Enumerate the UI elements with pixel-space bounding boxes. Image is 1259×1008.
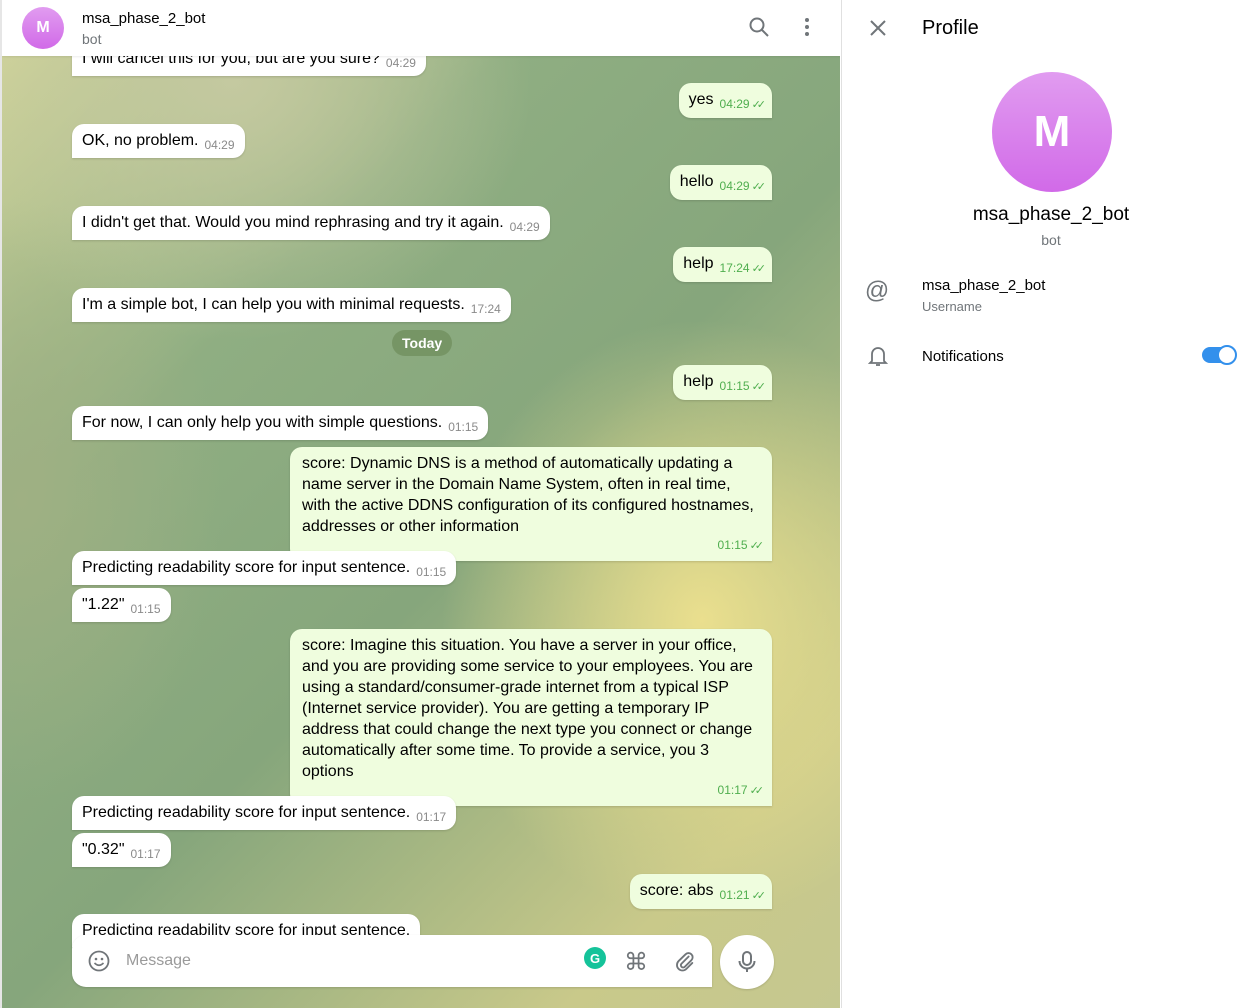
chat-status: bot (82, 31, 102, 47)
message-bubble[interactable]: hello 04:29 ✓✓ (669, 165, 772, 200)
read-checkmarks-icon: ✓✓ (749, 785, 765, 797)
close-icon[interactable] (866, 16, 890, 40)
notifications-toggle[interactable] (1202, 345, 1237, 365)
message-text: Predicting readability score for input s… (82, 804, 411, 821)
username-value[interactable]: msa_phase_2_bot (922, 277, 1045, 294)
message-input[interactable] (126, 935, 526, 987)
emoji-icon[interactable] (87, 949, 111, 973)
message-text: score: Dynamic DNS is a method of automa… (302, 455, 754, 535)
message-time: 04:29 (205, 138, 235, 152)
message-text: I didn't get that. Would you mind rephra… (82, 214, 504, 231)
message-text: I'm a simple bot, I can help you with mi… (82, 296, 465, 313)
date-separator: Today (392, 330, 453, 356)
message-text: "0.32" (82, 841, 125, 858)
microphone-icon (738, 951, 756, 972)
message-text: "1.22" (82, 596, 125, 613)
message-text: OK, no problem. (82, 132, 199, 149)
profile-name: msa_phase_2_bot (972, 204, 1130, 225)
message-bubble[interactable]: "1.22" 01:15 (72, 588, 171, 622)
chat-title[interactable]: msa_phase_2_bot (82, 10, 205, 27)
timestamp: 01:15 (448, 420, 479, 434)
read-checkmarks-icon: ✓✓ (751, 890, 767, 902)
avatar[interactable]: M (22, 7, 64, 49)
timestamp: 01:15 (719, 379, 750, 393)
message-bubble[interactable]: score: Dynamic DNS is a method of automa… (290, 447, 772, 561)
message-time: 01:15 ✓✓ (719, 379, 767, 393)
message-time: 01:15 (131, 602, 161, 616)
notifications-label: Notifications (922, 348, 1004, 365)
voice-record-button[interactable] (720, 935, 774, 989)
message-bubble[interactable]: score: abs 01:21 ✓✓ (629, 874, 772, 909)
chat-area: M msa_phase_2_bot bot I will cancel this… (0, 0, 840, 1008)
message-text: help (683, 373, 714, 390)
message-time: 04:29 ✓✓ (719, 97, 767, 111)
message-time: 04:29 ✓✓ (719, 179, 767, 193)
profile-avatar[interactable]: M (992, 72, 1112, 192)
message-bubble[interactable]: yes 04:29 ✓✓ (678, 83, 772, 118)
message-time: 01:15 (416, 565, 446, 579)
timestamp: 17:24 (470, 302, 501, 316)
panel-title: Profile (922, 17, 979, 39)
message-bubble[interactable]: Predicting readability score for input s… (72, 551, 457, 585)
timestamp: 04:29 (204, 138, 235, 152)
message-time: 17:24 ✓✓ (719, 261, 767, 275)
message-composer: G ⌘ (72, 935, 712, 987)
profile-status: bot (1041, 232, 1061, 248)
more-options-icon[interactable] (794, 14, 820, 40)
read-checkmarks-icon: ✓✓ (751, 181, 767, 193)
read-checkmarks-icon: ✓✓ (749, 540, 765, 552)
username-label: Username (922, 299, 982, 314)
message-text: help (683, 255, 714, 272)
timestamp: 04:29 (385, 56, 416, 70)
message-bubble[interactable]: I'm a simple bot, I can help you with mi… (72, 288, 511, 322)
bot-commands-icon[interactable]: ⌘ (622, 948, 650, 976)
message-bubble[interactable]: "0.32" 01:17 (72, 833, 171, 867)
message-text: Predicting readability score for input s… (82, 559, 411, 576)
message-bubble[interactable]: score: Imagine this situation. You have … (290, 629, 772, 806)
message-time: 01:21 ✓✓ (719, 888, 767, 902)
message-time: 01:17 (416, 810, 446, 824)
search-icon[interactable] (746, 14, 772, 40)
message-bubble[interactable]: Predicting readability score for input s… (72, 796, 457, 830)
timestamp: 17:24 (719, 261, 750, 275)
grammarly-icon[interactable]: G (584, 947, 606, 969)
chat-header[interactable]: M msa_phase_2_bot bot (2, 0, 840, 56)
read-checkmarks-icon: ✓✓ (751, 263, 767, 275)
message-text: hello (679, 173, 714, 190)
timestamp: 01:17 (416, 810, 447, 824)
timestamp: 01:15 (717, 538, 748, 552)
bell-icon (866, 344, 890, 368)
timestamp: 01:15 (130, 602, 161, 616)
message-text: score: abs (639, 882, 714, 899)
timestamp: 01:21 (719, 888, 750, 902)
at-sign-icon: @ (864, 277, 890, 304)
message-bubble[interactable]: help 17:24 ✓✓ (673, 247, 772, 282)
message-text: score: Imagine this situation. You have … (302, 637, 753, 780)
message-time: 17:24 (471, 302, 501, 316)
message-bubble[interactable]: OK, no problem. 04:29 (72, 124, 245, 158)
message-bubble[interactable]: For now, I can only help you with simple… (72, 406, 489, 440)
timestamp: 01:15 (416, 565, 447, 579)
timestamp: 01:17 (717, 783, 748, 797)
message-text: For now, I can only help you with simple… (82, 414, 443, 431)
profile-panel: Profile M msa_phase_2_bot bot @ msa_phas… (841, 0, 1259, 1008)
message-time: 04:29 (510, 220, 540, 234)
read-checkmarks-icon: ✓✓ (751, 99, 767, 111)
read-checkmarks-icon: ✓✓ (751, 381, 767, 393)
timestamp: 04:29 (719, 97, 750, 111)
message-bubble[interactable]: I didn't get that. Would you mind rephra… (72, 206, 550, 240)
timestamp: 04:29 (509, 220, 540, 234)
message-bubble[interactable]: help 01:15 ✓✓ (673, 365, 772, 400)
message-time: 01:15 (448, 420, 478, 434)
message-time: 04:29 (386, 56, 416, 70)
message-time: 01:17 (131, 847, 161, 861)
timestamp: 01:17 (130, 847, 161, 861)
message-text: yes (688, 91, 714, 108)
timestamp: 04:29 (719, 179, 750, 193)
attach-icon[interactable] (672, 949, 698, 975)
